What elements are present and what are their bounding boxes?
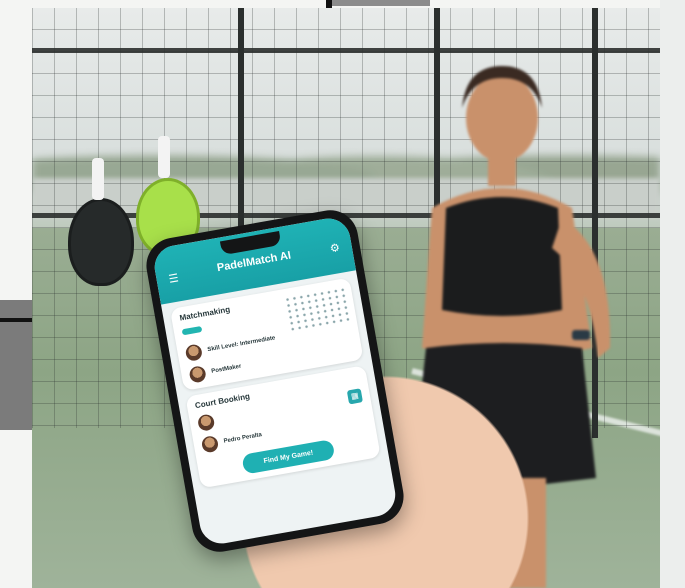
smartphone: ☰ PadelMatch AI ⚙ Matchmaking Skill Leve… <box>142 205 408 557</box>
avatar <box>184 343 204 362</box>
phone-screen: ☰ PadelMatch AI ⚙ Matchmaking Skill Leve… <box>151 215 399 547</box>
player-name: PostMaker <box>210 363 242 375</box>
avatar <box>200 434 220 454</box>
frame-top-bar <box>332 0 430 6</box>
avatar <box>188 365 207 384</box>
racket-handle <box>92 158 104 200</box>
phone-body: ☰ PadelMatch AI ⚙ Matchmaking Skill Leve… <box>142 205 408 557</box>
frame-right-stripe <box>660 0 685 588</box>
qr-code-icon[interactable]: ▦ <box>346 388 363 405</box>
gear-icon[interactable]: ⚙ <box>329 241 341 256</box>
frame-left-line <box>0 318 32 322</box>
matchmaking-pill[interactable] <box>181 325 203 336</box>
racket-handle <box>158 136 170 178</box>
padel-racket-dark <box>68 198 134 286</box>
booking-name: Pedro Peralta <box>223 432 263 445</box>
player-name: Skill Level: Intermediate <box>207 335 276 354</box>
avatar <box>196 413 216 432</box>
